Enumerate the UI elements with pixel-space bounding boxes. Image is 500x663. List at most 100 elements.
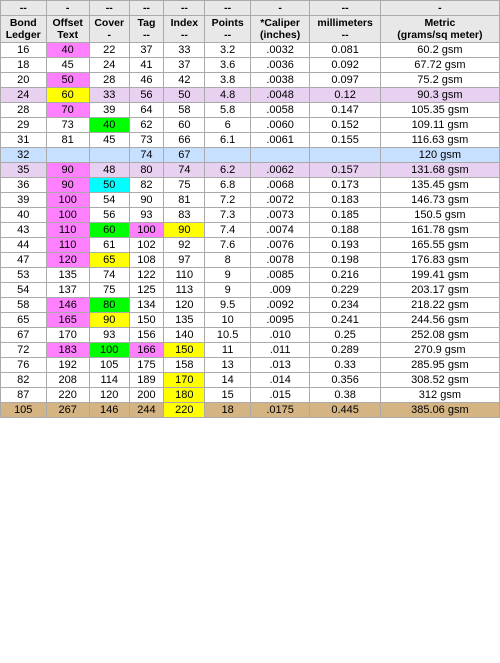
cell-points: 8 <box>205 253 250 268</box>
cell-points: 5.8 <box>205 103 250 118</box>
cell-offset: 60 <box>46 88 89 103</box>
cell-tag: 74 <box>129 148 164 163</box>
cell-tag: 46 <box>129 73 164 88</box>
cell-offset: 110 <box>46 223 89 238</box>
cell-index: 60 <box>164 118 205 133</box>
cell-bond: 35 <box>1 163 47 178</box>
cell-caliper: .0060 <box>250 118 310 133</box>
cell-points: 7.6 <box>205 238 250 253</box>
cell-offset: 146 <box>46 298 89 313</box>
cell-tag: 93 <box>129 208 164 223</box>
cell-cover: 45 <box>89 133 129 148</box>
cell-points: 13 <box>205 358 250 373</box>
cell-metric: 270.9 gsm <box>380 343 499 358</box>
cell-mm: 0.198 <box>310 253 380 268</box>
cell-points: 4.8 <box>205 88 250 103</box>
cell-points: 15 <box>205 388 250 403</box>
cell-mm: 0.25 <box>310 328 380 343</box>
cell-mm: 0.241 <box>310 313 380 328</box>
cell-index: 50 <box>164 88 205 103</box>
cell-tag: 108 <box>129 253 164 268</box>
cell-offset: 100 <box>46 193 89 208</box>
cell-caliper: .009 <box>250 283 310 298</box>
cell-offset: 40 <box>46 43 89 58</box>
col-subheader-offset: OffsetText <box>46 16 89 43</box>
cell-mm: 0.229 <box>310 283 380 298</box>
table-row: 8220811418917014.0140.356308.52 gsm <box>1 373 500 388</box>
cell-tag: 189 <box>129 373 164 388</box>
cell-metric: 165.55 gsm <box>380 238 499 253</box>
table-row: 35904880746.2.00620.157131.68 gsm <box>1 163 500 178</box>
cell-caliper: .014 <box>250 373 310 388</box>
cell-cover: 54 <box>89 193 129 208</box>
cell-metric: 146.73 gsm <box>380 193 499 208</box>
cell-tag: 41 <box>129 58 164 73</box>
cell-bond: 105 <box>1 403 47 418</box>
cell-mm: 0.152 <box>310 118 380 133</box>
cell-index: 83 <box>164 208 205 223</box>
cell-cover: 120 <box>89 388 129 403</box>
table-row: 4311060100907.4.00740.188161.78 gsm <box>1 223 500 238</box>
cell-cover: 39 <box>89 103 129 118</box>
cell-cover: 80 <box>89 298 129 313</box>
cell-points: 14 <box>205 373 250 388</box>
cell-bond: 24 <box>1 88 47 103</box>
cell-caliper: .0092 <box>250 298 310 313</box>
cell-offset: 220 <box>46 388 89 403</box>
table-row: 7619210517515813.0130.33285.95 gsm <box>1 358 500 373</box>
cell-index: 58 <box>164 103 205 118</box>
cell-bond: 67 <box>1 328 47 343</box>
col-header-bond: -- <box>1 1 47 16</box>
cell-metric: 67.72 gsm <box>380 58 499 73</box>
table-row: 651659015013510.00950.241244.56 gsm <box>1 313 500 328</box>
cell-mm: 0.193 <box>310 238 380 253</box>
cell-tag: 56 <box>129 88 164 103</box>
cell-mm: 0.173 <box>310 178 380 193</box>
cell-metric: 109.11 gsm <box>380 118 499 133</box>
cell-bond: 36 <box>1 178 47 193</box>
col-header-mm: -- <box>310 1 380 16</box>
cell-metric: 244.56 gsm <box>380 313 499 328</box>
cell-points: 3.8 <box>205 73 250 88</box>
cell-index: 33 <box>164 43 205 58</box>
cell-points: 9 <box>205 268 250 283</box>
cell-index: 113 <box>164 283 205 298</box>
table-body: 16402237333.2.00320.08160.2 gsm184524413… <box>1 43 500 418</box>
cell-metric: 218.22 gsm <box>380 298 499 313</box>
cell-tag: 156 <box>129 328 164 343</box>
col-subheader-tag: Tag-- <box>129 16 164 43</box>
cell-offset: 267 <box>46 403 89 418</box>
cell-mm: 0.33 <box>310 358 380 373</box>
cell-offset: 50 <box>46 73 89 88</box>
cell-mm: 0.092 <box>310 58 380 73</box>
cell-index: 90 <box>164 223 205 238</box>
cell-cover: 50 <box>89 178 129 193</box>
cell-tag: 62 <box>129 118 164 133</box>
cell-offset: 90 <box>46 163 89 178</box>
cell-tag: 166 <box>129 343 164 358</box>
cell-caliper: .0072 <box>250 193 310 208</box>
cell-mm: 0.234 <box>310 298 380 313</box>
cell-metric: 308.52 gsm <box>380 373 499 388</box>
cell-bond: 32 <box>1 148 47 163</box>
cell-cover: 146 <box>89 403 129 418</box>
cell-metric: 161.78 gsm <box>380 223 499 238</box>
cell-metric: 120 gsm <box>380 148 499 163</box>
cell-mm: 0.147 <box>310 103 380 118</box>
cell-offset: 183 <box>46 343 89 358</box>
cell-cover: 61 <box>89 238 129 253</box>
cell-points: 10.5 <box>205 328 250 343</box>
cell-mm: 0.188 <box>310 223 380 238</box>
cell-mm: 0.097 <box>310 73 380 88</box>
cell-points: 6.8 <box>205 178 250 193</box>
table-row: 401005693837.3.00730.185150.5 gsm <box>1 208 500 223</box>
col-header-points: -- <box>205 1 250 16</box>
cell-metric: 60.2 gsm <box>380 43 499 58</box>
cell-cover: 48 <box>89 163 129 178</box>
cell-points: 3.6 <box>205 58 250 73</box>
cell-index: 180 <box>164 388 205 403</box>
cell-points: 7.4 <box>205 223 250 238</box>
cell-metric: 131.68 gsm <box>380 163 499 178</box>
cell-bond: 44 <box>1 238 47 253</box>
table-row: 58146801341209.5.00920.234218.22 gsm <box>1 298 500 313</box>
